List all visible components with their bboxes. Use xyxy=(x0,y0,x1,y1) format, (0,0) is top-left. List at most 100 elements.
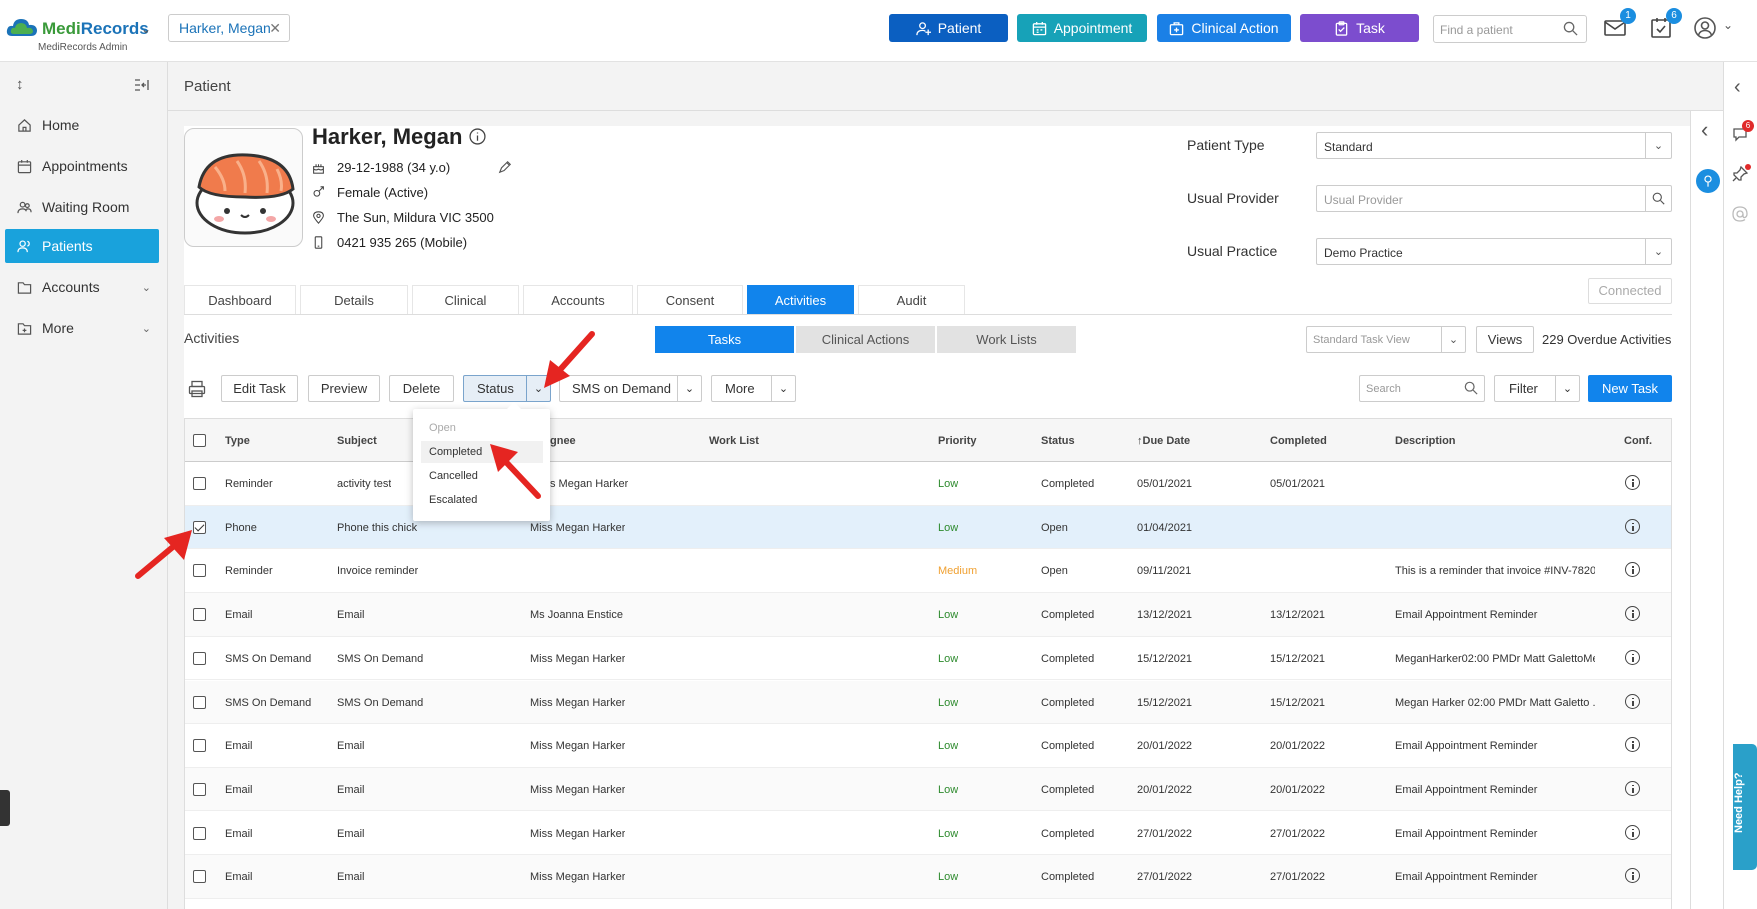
row-checkbox[interactable] xyxy=(193,870,206,884)
column-completed[interactable]: Completed xyxy=(1270,435,1327,447)
info-icon[interactable] xyxy=(1625,737,1640,753)
column-subject[interactable]: Subject xyxy=(337,435,377,447)
tasks-button[interactable]: 6 xyxy=(1649,8,1682,42)
info-icon[interactable] xyxy=(1625,693,1640,709)
segment-work-lists[interactable]: Work Lists xyxy=(937,326,1076,353)
table-row[interactable]: SMS On Demand SMS On Demand Miss Megan Har… xyxy=(185,637,1671,681)
sidebar-item-waiting-room[interactable]: Waiting Room xyxy=(5,190,159,224)
segment-clinical-actions[interactable]: Clinical Actions xyxy=(796,326,935,353)
patient-avatar[interactable] xyxy=(184,128,303,247)
connected-button[interactable]: Connected xyxy=(1588,278,1672,304)
table-row[interactable]: Phone Phone this chick Miss Megan Harker Lo… xyxy=(185,505,1671,550)
sidebar-item-patients[interactable]: Patients xyxy=(5,229,159,263)
new-appointment-button[interactable]: Appointment xyxy=(1017,14,1147,42)
status-dropdown-toggle[interactable]: ⌄ xyxy=(526,376,550,401)
status-button[interactable]: Status ⌄ xyxy=(463,375,551,402)
edit-pen-icon[interactable] xyxy=(498,160,512,174)
usual-provider-input[interactable]: Usual Provider xyxy=(1316,185,1672,212)
column-priority[interactable]: Priority xyxy=(938,435,977,447)
row-checkbox[interactable] xyxy=(193,695,206,709)
tab-consent[interactable]: Consent xyxy=(637,285,743,314)
chevron-down-icon[interactable]: ⌄ xyxy=(1555,376,1579,401)
info-icon[interactable] xyxy=(1625,475,1640,490)
tab-clinical[interactable]: Clinical xyxy=(412,285,519,314)
table-row[interactable]: Email Email Ms Joanna Enstice Low Completed 1… xyxy=(185,593,1671,637)
filter-button[interactable]: Filter ⌄ xyxy=(1494,375,1580,402)
tab-details[interactable]: Details xyxy=(300,285,408,314)
table-row[interactable]: Reminder activity test s Megan Harker Low Co… xyxy=(185,462,1671,506)
collapse-sidebar-icon[interactable] xyxy=(134,78,150,92)
status-option-escalated[interactable]: Escalated xyxy=(429,494,477,506)
column-work-list[interactable]: Work List xyxy=(709,435,759,447)
sidebar-item-appointments[interactable]: Appointments xyxy=(5,149,159,183)
sidebar-item-accounts[interactable]: Accounts ⌄ xyxy=(5,270,159,304)
usual-practice-select[interactable]: Demo Practice ⌄ xyxy=(1316,238,1672,265)
row-checkbox[interactable] xyxy=(193,826,206,840)
user-menu[interactable]: ⌄ xyxy=(1693,16,1733,43)
column-conf[interactable]: Conf. xyxy=(1624,435,1652,447)
open-patient-tab[interactable]: Harker, Megan ✕ xyxy=(168,14,290,42)
info-icon[interactable] xyxy=(1625,606,1640,622)
row-checkbox[interactable] xyxy=(193,651,206,665)
table-row[interactable]: Email Email Miss Megan Harker Low Completed 2… xyxy=(185,724,1671,768)
chevron-down-icon[interactable]: ⌄ xyxy=(771,376,795,401)
print-icon[interactable] xyxy=(188,380,206,398)
info-icon[interactable] xyxy=(1625,824,1640,840)
column-description[interactable]: Description xyxy=(1395,435,1456,447)
row-checkbox[interactable] xyxy=(193,782,206,796)
task-search-input[interactable]: Search xyxy=(1359,375,1485,402)
new-task-header-button[interactable]: Task xyxy=(1300,14,1419,42)
resize-vertical-icon[interactable]: ↕ xyxy=(16,76,24,93)
row-checkbox[interactable] xyxy=(193,739,206,753)
segment-tasks[interactable]: Tasks xyxy=(655,326,794,353)
preview-button[interactable]: Preview xyxy=(308,375,380,402)
row-checkbox[interactable] xyxy=(193,608,206,622)
search-icon[interactable] xyxy=(1645,186,1671,211)
table-row[interactable]: Email Email Miss Megan Harker Low Completed 2… xyxy=(185,855,1671,899)
find-patient-input[interactable]: Find a patient xyxy=(1433,15,1587,43)
info-icon[interactable] xyxy=(1625,649,1640,665)
info-icon[interactable] xyxy=(468,128,486,145)
table-row[interactable]: Reminder Invoice reminder Medium Open 09/11/… xyxy=(185,549,1671,593)
views-button[interactable]: Views xyxy=(1476,326,1534,353)
new-patient-button[interactable]: Patient xyxy=(889,14,1008,42)
sms-on-demand-button[interactable]: SMS on Demand ⌄ xyxy=(559,375,702,402)
column-status[interactable]: Status xyxy=(1041,435,1075,447)
tab-accounts[interactable]: Accounts xyxy=(523,285,633,314)
row-checkbox[interactable] xyxy=(193,520,206,534)
edit-task-button[interactable]: Edit Task xyxy=(221,375,298,402)
column-assignee[interactable]: gnee xyxy=(550,435,576,447)
left-edge-handle[interactable] xyxy=(0,790,10,826)
chevron-down-icon[interactable]: ⌄ xyxy=(141,22,151,36)
patient-type-select[interactable]: Standard ⌄ xyxy=(1316,132,1672,159)
close-icon[interactable]: ✕ xyxy=(269,20,281,37)
tag-icon[interactable]: ⚲ xyxy=(1696,169,1720,193)
brand-logo[interactable]: MediRecords ⌄ MediRecords Admin xyxy=(6,16,156,56)
task-view-select[interactable]: Standard Task View ⌄ xyxy=(1306,326,1466,353)
info-icon[interactable] xyxy=(1625,518,1640,534)
table-row[interactable]: Email Email Miss Megan Harker Low Completed 2… xyxy=(185,812,1671,856)
delete-button[interactable]: Delete xyxy=(389,375,454,402)
sidebar-item-home[interactable]: Home xyxy=(5,108,159,142)
need-help-button[interactable]: Need Help? xyxy=(1733,744,1757,870)
table-row[interactable]: Email Email Miss Megan Harker Low Completed 2… xyxy=(185,767,1671,812)
more-button[interactable]: More ⌄ xyxy=(711,375,796,402)
status-option-cancelled[interactable]: Cancelled xyxy=(429,470,478,482)
chevron-left-icon[interactable]: ‹ xyxy=(1701,117,1708,143)
at-sign-icon[interactable] xyxy=(1732,206,1748,222)
chevron-down-icon[interactable]: ⌄ xyxy=(677,376,701,401)
info-icon[interactable] xyxy=(1625,562,1640,578)
row-checkbox[interactable] xyxy=(193,477,206,490)
chevron-left-icon[interactable]: ‹ xyxy=(1734,76,1741,99)
column-due-date[interactable]: ↑Due Date xyxy=(1137,435,1190,447)
info-icon[interactable] xyxy=(1625,780,1640,796)
tab-activities[interactable]: Activities xyxy=(747,285,854,314)
new-clinical-action-button[interactable]: Clinical Action xyxy=(1157,14,1291,42)
select-all-checkbox[interactable] xyxy=(193,434,206,447)
tab-dashboard[interactable]: Dashboard xyxy=(184,285,296,314)
info-icon[interactable] xyxy=(1625,868,1640,884)
sidebar-item-more[interactable]: More ⌄ xyxy=(5,311,159,345)
tab-audit[interactable]: Audit xyxy=(858,285,965,314)
new-task-button[interactable]: New Task xyxy=(1588,375,1672,402)
status-option-completed[interactable]: Completed xyxy=(429,446,482,458)
